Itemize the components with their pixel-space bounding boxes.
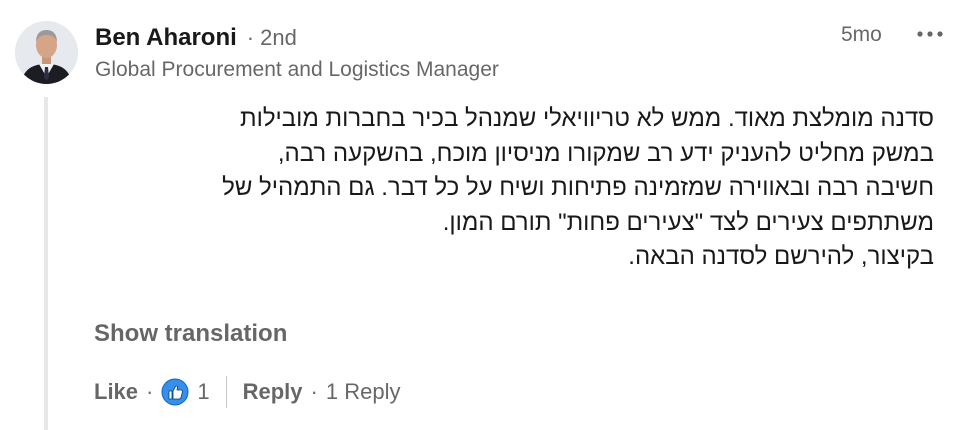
- author-row: Ben Aharoni · 2nd: [95, 24, 297, 52]
- comment-item: Ben Aharoni · 2nd Global Procurement and …: [0, 0, 966, 430]
- show-translation-button[interactable]: Show translation: [94, 320, 287, 348]
- reply-count-link[interactable]: 1 Reply: [326, 379, 401, 405]
- ellipsis-icon: [917, 31, 943, 37]
- author-headline: Global Procurement and Logistics Manager: [95, 58, 499, 81]
- comment-text-line: חשיבה רבה ובאווירה שמזמינה פתיחות ושיח ע…: [222, 174, 934, 201]
- comment-text: סדנה מומלצת מאוד. ממש לא טריוויאלי שמנהל…: [88, 102, 934, 275]
- like-button[interactable]: Like: [94, 379, 138, 405]
- thread-line: [44, 97, 48, 430]
- comment-text-line: במשק מחליט להעניק ידע רב שמקורו מניסיון …: [277, 139, 934, 167]
- reply-button[interactable]: Reply: [243, 379, 303, 405]
- like-count[interactable]: 1: [197, 379, 209, 405]
- author-photo: [15, 21, 78, 84]
- comment-text-line: סדנה מומלצת מאוד. ממש לא טריוויאלי שמנהל…: [240, 105, 934, 132]
- separator-dot: ·: [310, 379, 318, 404]
- comment-text-line: משתתפים צעירים לצד "צעירים פחות" תורם המ…: [442, 208, 934, 236]
- separator-dot: ·: [146, 379, 154, 404]
- comment-text-line: בקיצור, להירשם לסדנה הבאה.: [628, 243, 934, 270]
- degree-separator: ·: [246, 25, 255, 50]
- connection-degree: · 2nd: [247, 25, 297, 51]
- avatar[interactable]: [15, 21, 78, 84]
- degree-label: 2nd: [260, 25, 297, 50]
- action-divider: [225, 376, 227, 408]
- comment-timestamp: 5mo: [841, 23, 882, 46]
- thumbs-up-icon[interactable]: [161, 378, 189, 406]
- more-options-button[interactable]: [913, 22, 947, 46]
- comment-actions: Like · 1 Reply · 1 Reply: [94, 374, 400, 410]
- author-name[interactable]: Ben Aharoni: [95, 24, 237, 52]
